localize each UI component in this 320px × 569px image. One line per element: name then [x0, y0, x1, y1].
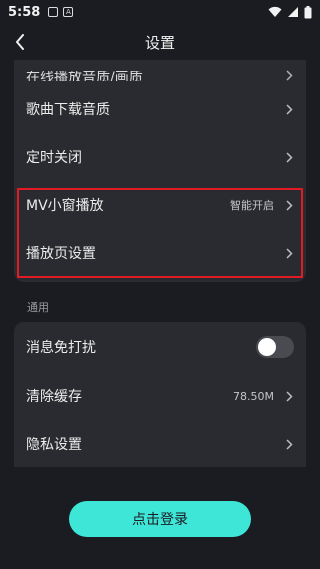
notification-square-icon	[48, 7, 59, 17]
settings-row-label: 在线播放音质/画质	[26, 71, 143, 81]
settings-row-label: 清除缓存	[26, 389, 82, 405]
settings-row-clear-cache[interactable]: 清除缓存 78.50M	[14, 372, 306, 420]
settings-row-sleep-timer[interactable]: 定时关闭	[14, 133, 306, 181]
notification-a-icon: A	[63, 7, 74, 17]
login-button[interactable]: 点击登录	[69, 501, 251, 537]
chevron-right-icon	[286, 69, 294, 81]
chevron-right-icon	[286, 390, 294, 402]
settings-row-online-quality[interactable]: 在线播放音质/画质	[14, 60, 306, 85]
back-arrow-icon	[16, 34, 24, 50]
toggle-knob	[258, 338, 276, 356]
back-button[interactable]	[10, 32, 30, 52]
header: 设置	[0, 24, 320, 60]
settings-row-do-not-disturb: 消息免打扰	[14, 322, 306, 372]
settings-row-label: 隐私设置	[26, 437, 82, 453]
battery-icon	[304, 5, 312, 18]
highlight-box	[17, 188, 303, 278]
chevron-right-icon	[286, 103, 294, 115]
settings-row-privacy[interactable]: 隐私设置	[14, 420, 306, 467]
status-time: 5:58	[8, 4, 41, 20]
do-not-disturb-toggle[interactable]	[256, 336, 294, 358]
settings-row-label: 定时关闭	[26, 150, 82, 166]
chevron-right-icon	[286, 438, 294, 450]
wifi-icon	[268, 6, 282, 17]
settings-row-label: 歌曲下载音质	[26, 102, 110, 118]
page-title: 设置	[144, 33, 175, 52]
section-label-general: 通用	[27, 301, 49, 314]
general-settings-card: 消息免打扰 清除缓存 78.50M 隐私设置	[14, 322, 306, 467]
settings-row-download-quality[interactable]: 歌曲下载音质	[14, 85, 306, 133]
signal-icon	[288, 7, 298, 17]
cache-size-value: 78.50M	[233, 389, 274, 403]
settings-row-label: 消息免打扰	[26, 340, 96, 356]
status-icons	[268, 5, 312, 19]
chevron-right-icon	[286, 151, 294, 163]
status-bar: 5:58 A	[0, 0, 320, 24]
